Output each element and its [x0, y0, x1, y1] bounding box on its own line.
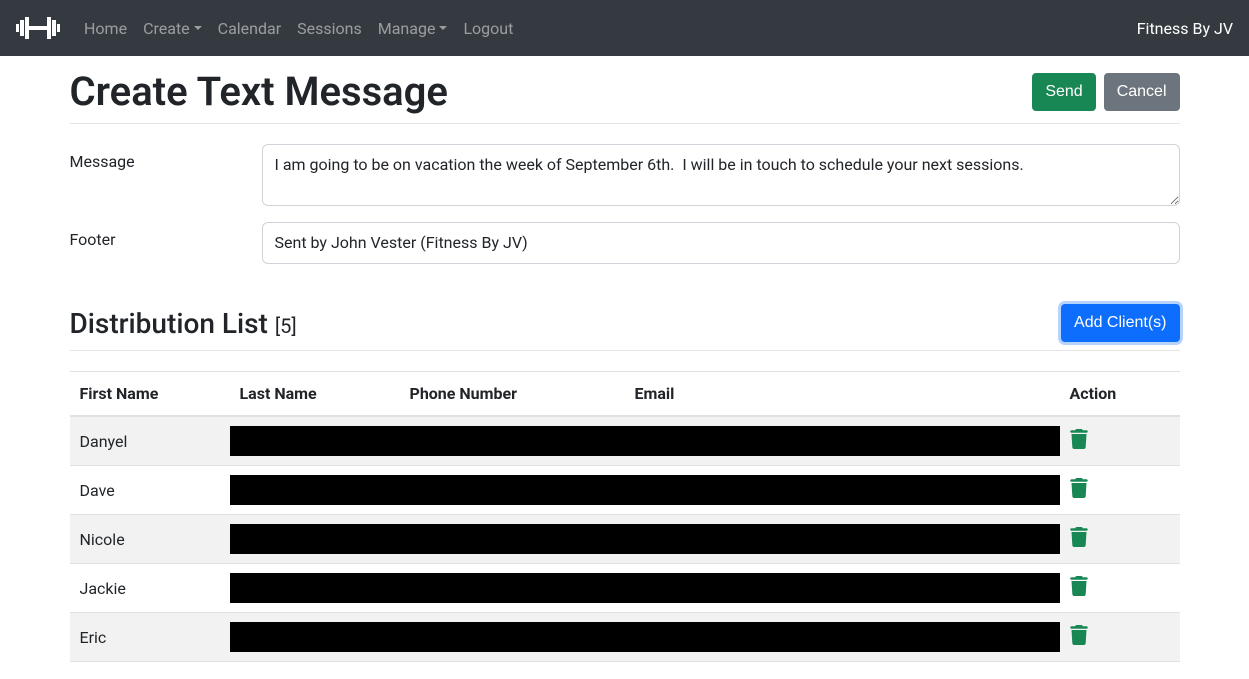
- col-first-name: First Name: [70, 372, 230, 417]
- cell-redacted: [230, 416, 1060, 466]
- distribution-title-text: Distribution List: [70, 307, 268, 340]
- trash-icon[interactable]: [1070, 625, 1088, 645]
- table-row: Dave: [70, 466, 1180, 515]
- redacted-block: [230, 573, 1060, 603]
- distribution-count: [5]: [275, 314, 297, 338]
- nav-manage-label: Manage: [378, 19, 436, 38]
- nav-create-label: Create: [143, 19, 190, 38]
- trash-icon[interactable]: [1070, 527, 1088, 547]
- message-row: Message I am going to be on vacation the…: [70, 144, 1180, 206]
- nav-create[interactable]: Create: [135, 11, 210, 46]
- col-email: Email: [625, 372, 1060, 417]
- message-input[interactable]: I am going to be on vacation the week of…: [262, 144, 1180, 206]
- redacted-block: [230, 475, 1060, 505]
- message-label: Message: [70, 144, 262, 206]
- page-header: Create Text Message Send Cancel: [70, 68, 1180, 115]
- table-row: Jackie: [70, 564, 1180, 613]
- cell-redacted: [230, 466, 1060, 515]
- cancel-button[interactable]: Cancel: [1104, 73, 1180, 111]
- navbar: Home Create Calendar Sessions Manage Log…: [0, 0, 1249, 56]
- cell-redacted: [230, 515, 1060, 564]
- nav-manage[interactable]: Manage: [370, 11, 456, 46]
- cell-action: [1060, 564, 1180, 613]
- main-container: Create Text Message Send Cancel Message …: [55, 68, 1195, 662]
- nav-sessions[interactable]: Sessions: [289, 11, 370, 46]
- divider: [70, 350, 1180, 351]
- chevron-down-icon: [194, 26, 202, 30]
- navbar-brand[interactable]: [16, 15, 60, 41]
- cell-redacted: [230, 564, 1060, 613]
- col-phone: Phone Number: [400, 372, 625, 417]
- barbell-icon: [16, 15, 60, 41]
- redacted-block: [230, 524, 1060, 554]
- distribution-table: First Name Last Name Phone Number Email …: [70, 371, 1180, 662]
- nav-home[interactable]: Home: [76, 11, 135, 46]
- message-wrap: I am going to be on vacation the week of…: [262, 144, 1180, 206]
- cell-action: [1060, 515, 1180, 564]
- send-button[interactable]: Send: [1032, 73, 1095, 111]
- cell-first-name: Jackie: [70, 564, 230, 613]
- navbar-brand-text: Fitness By JV: [1137, 19, 1233, 38]
- page-actions: Send Cancel: [1032, 73, 1179, 111]
- nav-logout[interactable]: Logout: [455, 11, 521, 46]
- trash-icon[interactable]: [1070, 576, 1088, 596]
- footer-label: Footer: [70, 222, 262, 264]
- cell-action: [1060, 416, 1180, 466]
- footer-input[interactable]: [262, 222, 1180, 264]
- footer-row: Footer: [70, 222, 1180, 264]
- redacted-block: [230, 426, 1060, 456]
- trash-icon[interactable]: [1070, 478, 1088, 498]
- trash-icon[interactable]: [1070, 429, 1088, 449]
- footer-wrap: [262, 222, 1180, 264]
- cell-first-name: Dave: [70, 466, 230, 515]
- cell-first-name: Danyel: [70, 416, 230, 466]
- divider: [70, 123, 1180, 124]
- cell-action: [1060, 466, 1180, 515]
- page-title: Create Text Message: [70, 68, 448, 115]
- nav-calendar[interactable]: Calendar: [210, 11, 289, 46]
- cell-first-name: Eric: [70, 613, 230, 662]
- table-body: DanyelDaveNicoleJackieEric: [70, 416, 1180, 662]
- col-last-name: Last Name: [230, 372, 400, 417]
- table-row: Nicole: [70, 515, 1180, 564]
- navbar-left: Home Create Calendar Sessions Manage Log…: [16, 11, 521, 46]
- nav-links: Home Create Calendar Sessions Manage Log…: [76, 11, 521, 46]
- add-clients-button[interactable]: Add Client(s): [1061, 304, 1179, 342]
- table-row: Eric: [70, 613, 1180, 662]
- cell-redacted: [230, 613, 1060, 662]
- cell-action: [1060, 613, 1180, 662]
- table-head: First Name Last Name Phone Number Email …: [70, 372, 1180, 417]
- table-row: Danyel: [70, 416, 1180, 466]
- chevron-down-icon: [439, 26, 447, 30]
- col-action: Action: [1060, 372, 1180, 417]
- distribution-header: Distribution List [5] Add Client(s): [70, 304, 1180, 342]
- redacted-block: [230, 622, 1060, 652]
- distribution-title: Distribution List [5]: [70, 307, 297, 340]
- cell-first-name: Nicole: [70, 515, 230, 564]
